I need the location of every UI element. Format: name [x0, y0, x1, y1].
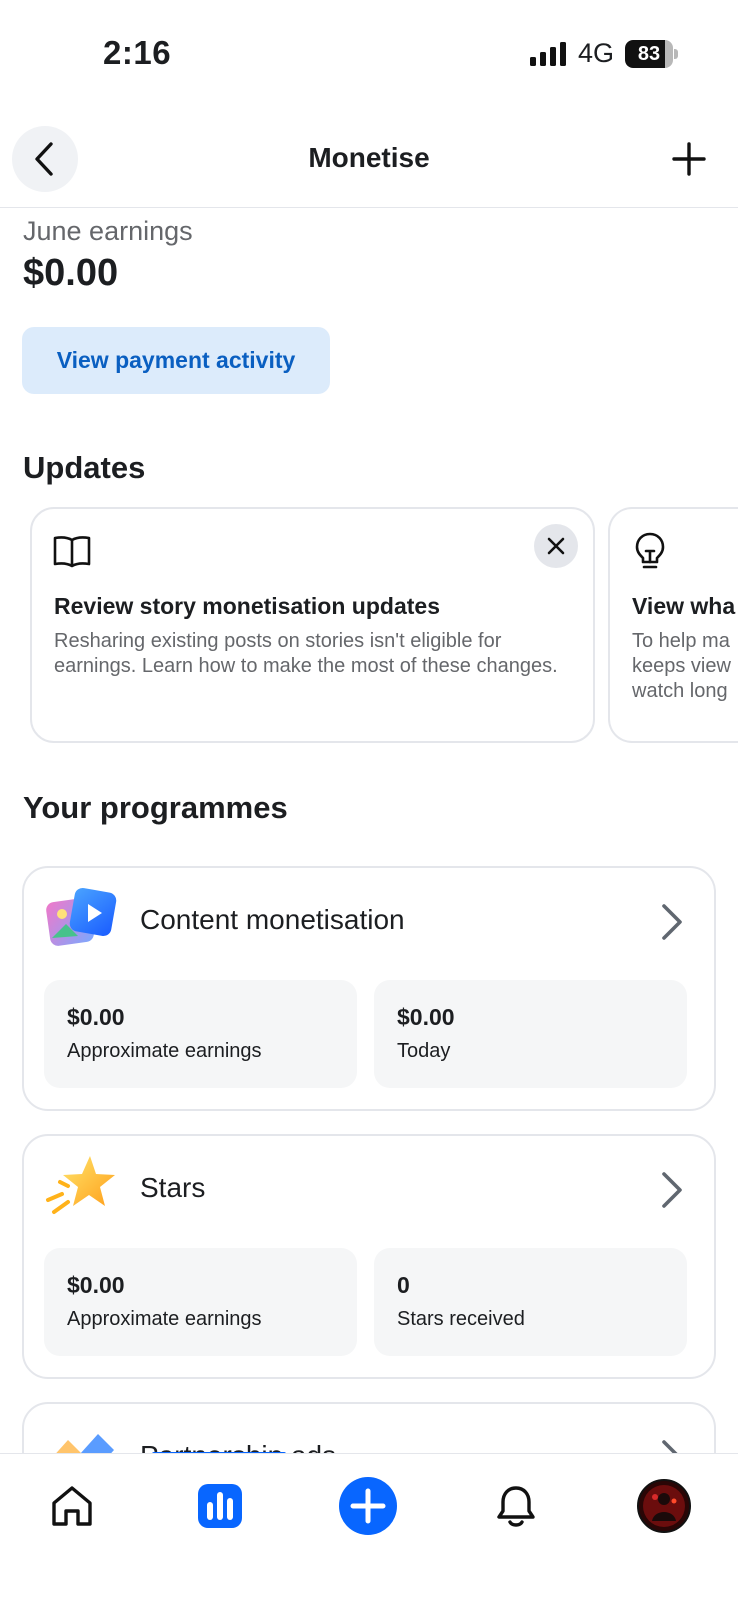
update-card-body: To help ma keeps view watch long: [632, 630, 731, 702]
status-bar: 2:16 4G 83: [0, 0, 738, 110]
book-icon: [53, 536, 91, 568]
bottom-navigation: [0, 1453, 738, 1600]
lightbulb-icon: [635, 532, 665, 569]
view-payment-activity-button[interactable]: View payment activity: [22, 327, 330, 394]
programme-header[interactable]: Stars: [24, 1136, 714, 1240]
status-time: 2:16: [103, 34, 172, 71]
plus-icon: [672, 142, 706, 176]
earnings-label: June earnings: [23, 216, 193, 246]
updates-heading: Updates: [23, 450, 146, 485]
insights-icon: [198, 1484, 242, 1528]
update-card-title: View wha: [632, 593, 736, 619]
dismiss-update-button[interactable]: [534, 524, 578, 568]
update-card-story-monetisation[interactable]: Review story monetisation updates Reshar…: [30, 507, 595, 743]
page-title: Monetise: [308, 142, 430, 173]
chevron-right-icon[interactable]: [658, 1170, 686, 1210]
top-bar: Monetise: [0, 120, 738, 208]
network-type: 4G: [578, 38, 615, 68]
stat-value: 0: [397, 1272, 410, 1298]
home-icon: [52, 1486, 92, 1526]
battery-icon: 83: [625, 40, 678, 68]
update-card-title: Review story monetisation updates: [54, 593, 440, 619]
programme-name: Stars: [140, 1172, 206, 1203]
create-icon: [339, 1477, 397, 1535]
stat-value: $0.00: [67, 1272, 125, 1298]
programme-header[interactable]: Content monetisation: [24, 868, 714, 972]
stat-value: $0.00: [67, 1004, 125, 1030]
update-card-tips[interactable]: View wha To help ma keeps view watch lon…: [608, 507, 738, 743]
stat-approximate-earnings: $0.00 Approximate earnings: [44, 1248, 357, 1356]
close-icon: [547, 537, 565, 555]
nav-profile[interactable]: [634, 1476, 694, 1536]
programme-name: Content monetisation: [140, 904, 405, 935]
nav-insights[interactable]: [190, 1476, 250, 1536]
content-monetisation-icon: [46, 887, 117, 946]
cellular-signal-icon: [530, 42, 566, 66]
add-button[interactable]: [668, 138, 710, 180]
star-icon: [46, 1156, 115, 1214]
programmes-heading: Your programmes: [23, 790, 288, 825]
stat-today: $0.00 Today: [374, 980, 687, 1088]
chevron-right-icon[interactable]: [658, 902, 686, 942]
nav-create[interactable]: [338, 1476, 398, 1536]
battery-level: 83: [637, 43, 661, 65]
earnings-amount: $0.00: [23, 252, 119, 294]
update-card-body: Resharing existing posts on stories isn'…: [54, 630, 558, 677]
stat-label: Stars received: [397, 1308, 525, 1330]
stat-label: Approximate earnings: [67, 1308, 262, 1330]
stat-label: Approximate earnings: [67, 1040, 262, 1062]
stat-approximate-earnings: $0.00 Approximate earnings: [44, 980, 357, 1088]
stat-stars-received: 0 Stars received: [374, 1248, 687, 1356]
nav-notifications[interactable]: [486, 1476, 546, 1536]
stat-value: $0.00: [397, 1004, 455, 1030]
programme-card-stars[interactable]: Stars $0.00 Approximate earnings 0 Stars…: [22, 1134, 716, 1379]
nav-home[interactable]: [42, 1476, 102, 1536]
profile-avatar: [637, 1479, 691, 1533]
stat-label: Today: [397, 1040, 451, 1062]
programme-card-content-monetisation[interactable]: Content monetisation $0.00 Approximate e…: [22, 866, 716, 1111]
notifications-icon: [497, 1486, 535, 1527]
